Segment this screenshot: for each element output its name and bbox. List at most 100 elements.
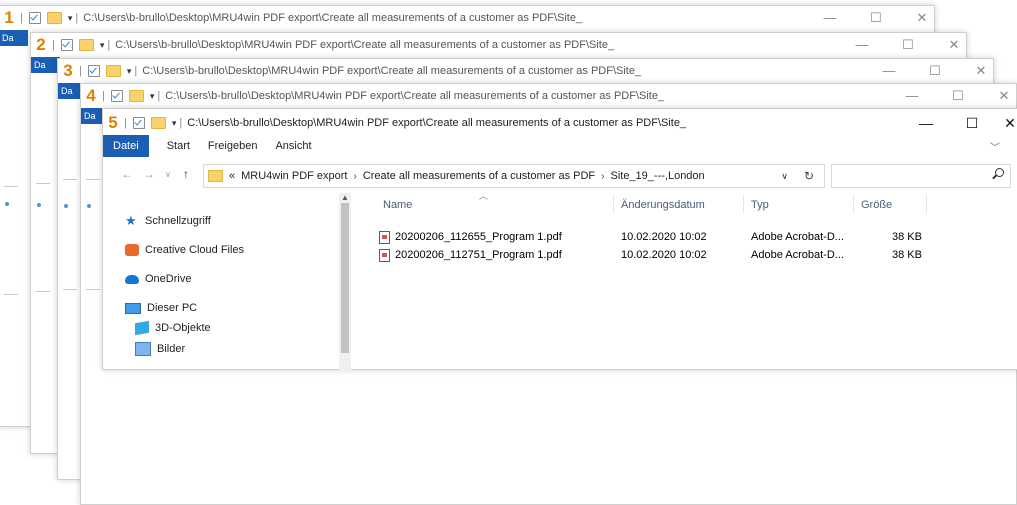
minimize-button[interactable]: — xyxy=(903,111,949,135)
nav-item-quick-access[interactable]: ★ Schnellzugriff xyxy=(125,214,211,227)
window-title: C:\Users\b-brullo\Desktop\MRU4win PDF ex… xyxy=(165,90,665,102)
nav-item-3d-objects[interactable]: 3D-Objekte xyxy=(135,320,211,336)
title-bar[interactable]: 3 | ▾ | C:\Users\b-brullo\Desktop\MRU4wi… xyxy=(58,59,993,83)
title-bar[interactable]: 5 | ▾ | C:\Users\b-brullo\Desktop\MRU4wi… xyxy=(103,111,1017,135)
maximize-button[interactable]: ☐ xyxy=(885,33,931,57)
new-folder-icon[interactable] xyxy=(128,90,144,102)
maximize-button[interactable]: ☐ xyxy=(912,59,958,83)
address-dropdown-icon[interactable]: ∨ xyxy=(781,171,788,182)
explorer-window-5[interactable]: 5 | ▾ | C:\Users\b-brullo\Desktop\MRU4wi… xyxy=(102,108,1017,373)
navigation-pane: ★ Schnellzugriff Creative Cloud Files On… xyxy=(103,193,351,373)
recent-dropdown-icon[interactable]: ∨ xyxy=(165,170,171,179)
close-button[interactable]: ✕ xyxy=(987,111,1017,135)
breadcrumb-separator[interactable]: › xyxy=(601,171,604,182)
close-button[interactable]: ✕ xyxy=(931,33,977,57)
ghost-mark xyxy=(37,203,41,207)
back-arrow-icon[interactable]: ← xyxy=(121,167,133,181)
breadcrumb-mru4win[interactable]: MRU4win PDF export xyxy=(241,170,347,182)
quick-access-dropdown-icon[interactable]: ▾ xyxy=(172,118,177,129)
divider xyxy=(36,291,50,292)
nav-scrollbar[interactable]: ▲ xyxy=(339,193,351,373)
window-title: C:\Users\b-brullo\Desktop\MRU4win PDF ex… xyxy=(142,65,642,77)
file-tab[interactable]: Datei xyxy=(103,135,149,157)
column-name[interactable]: Name xyxy=(383,199,412,211)
separator: | xyxy=(134,65,138,77)
file-date: 10.02.2020 10:02 xyxy=(621,231,707,243)
divider xyxy=(4,186,18,187)
divider xyxy=(86,179,100,180)
separator: | xyxy=(52,39,55,51)
file-size: 38 KB xyxy=(892,249,922,261)
ghost-mark xyxy=(64,204,68,208)
new-folder-icon[interactable] xyxy=(150,117,166,129)
properties-check-icon[interactable] xyxy=(60,39,73,51)
divider xyxy=(926,195,927,213)
close-button[interactable]: ✕ xyxy=(899,6,945,30)
tab-view[interactable]: Ansicht xyxy=(275,140,311,152)
new-folder-icon[interactable] xyxy=(78,39,94,51)
refresh-icon[interactable]: ↻ xyxy=(804,169,814,183)
close-button[interactable]: ✕ xyxy=(958,59,1004,83)
title-bar[interactable]: 4 | ▾ | C:\Users\b-brullo\Desktop\MRU4wi… xyxy=(81,84,1016,108)
search-input[interactable] xyxy=(831,164,1011,188)
separator: | xyxy=(157,90,161,102)
quick-access-dropdown-icon[interactable]: ▾ xyxy=(68,13,73,24)
search-icon[interactable] xyxy=(995,168,1004,177)
window-number: 1 xyxy=(4,8,14,27)
nav-item-this-pc[interactable]: Dieser PC xyxy=(125,302,197,314)
file-name: 20200206_112751_Program 1.pdf xyxy=(395,249,562,261)
file-size: 38 KB xyxy=(892,231,922,243)
minimize-button[interactable]: — xyxy=(839,33,885,57)
column-type[interactable]: Typ xyxy=(751,199,769,211)
scroll-thumb[interactable] xyxy=(341,203,349,353)
minimize-button[interactable]: — xyxy=(866,59,912,83)
creative-cloud-icon xyxy=(125,244,139,256)
tab-start[interactable]: Start xyxy=(167,140,190,152)
properties-check-icon[interactable] xyxy=(28,12,41,24)
minimize-button[interactable]: — xyxy=(889,84,935,108)
nav-item-label: 3D-Objekte xyxy=(155,322,211,334)
address-bar[interactable]: « MRU4win PDF export › Create all measur… xyxy=(203,164,825,188)
quick-access-dropdown-icon[interactable]: ▾ xyxy=(127,66,132,77)
properties-check-icon[interactable] xyxy=(132,117,145,129)
breadcrumb-create-all[interactable]: Create all measurements of a customer as… xyxy=(363,170,595,182)
quick-access-dropdown-icon[interactable]: ▾ xyxy=(150,91,155,102)
window-number: 4 xyxy=(86,86,96,105)
maximize-button[interactable]: ☐ xyxy=(853,6,899,30)
breadcrumb-overflow[interactable]: « xyxy=(229,170,235,182)
new-folder-icon[interactable] xyxy=(105,65,121,77)
close-button[interactable]: ✕ xyxy=(981,84,1017,108)
new-folder-icon[interactable] xyxy=(46,12,62,24)
onedrive-cloud-icon xyxy=(125,274,139,284)
scroll-up-icon[interactable]: ▲ xyxy=(341,193,349,202)
file-date: 10.02.2020 10:02 xyxy=(621,249,707,261)
file-row[interactable]: 20200206_112655_Program 1.pdf 10.02.2020… xyxy=(371,229,931,247)
divider xyxy=(4,294,18,295)
nav-item-onedrive[interactable]: OneDrive xyxy=(125,273,191,285)
up-arrow-icon[interactable]: ↑ xyxy=(183,167,189,181)
address-row: ← → ∨ ↑ « MRU4win PDF export › Create al… xyxy=(103,161,1017,189)
window-title: C:\Users\b-brullo\Desktop\MRU4win PDF ex… xyxy=(115,39,615,51)
column-size[interactable]: Größe xyxy=(861,199,892,211)
file-type: Adobe Acrobat-D... xyxy=(751,231,844,243)
forward-arrow-icon[interactable]: → xyxy=(143,167,155,181)
file-tab[interactable]: Da xyxy=(31,57,60,73)
file-row[interactable]: 20200206_112751_Program 1.pdf 10.02.2020… xyxy=(371,247,931,265)
window-number: 5 xyxy=(108,113,118,132)
nav-item-label: Dieser PC xyxy=(147,302,198,314)
breadcrumb-separator[interactable]: › xyxy=(353,171,356,182)
minimize-button[interactable]: — xyxy=(807,6,853,30)
window-title: C:\Users\b-brullo\Desktop\MRU4win PDF ex… xyxy=(83,12,583,24)
nav-item-creative-cloud[interactable]: Creative Cloud Files xyxy=(125,244,244,256)
quick-access-dropdown-icon[interactable]: ▾ xyxy=(100,40,105,51)
expand-ribbon-icon[interactable]: ﹀ xyxy=(990,139,1000,154)
file-tab[interactable]: Da xyxy=(0,30,28,46)
tab-share[interactable]: Freigeben xyxy=(208,140,258,152)
column-date[interactable]: Änderungsdatum xyxy=(621,199,705,211)
properties-check-icon[interactable] xyxy=(87,65,100,77)
maximize-button[interactable]: ☐ xyxy=(935,84,981,108)
properties-check-icon[interactable] xyxy=(110,90,123,102)
title-bar[interactable]: 1 | ▾ | C:\Users\b-brullo\Desktop\MRU4wi… xyxy=(0,6,934,30)
breadcrumb-site[interactable]: Site_19_---,London xyxy=(610,170,704,182)
title-bar[interactable]: 2 | ▾ | C:\Users\b-brullo\Desktop\MRU4wi… xyxy=(31,33,966,57)
